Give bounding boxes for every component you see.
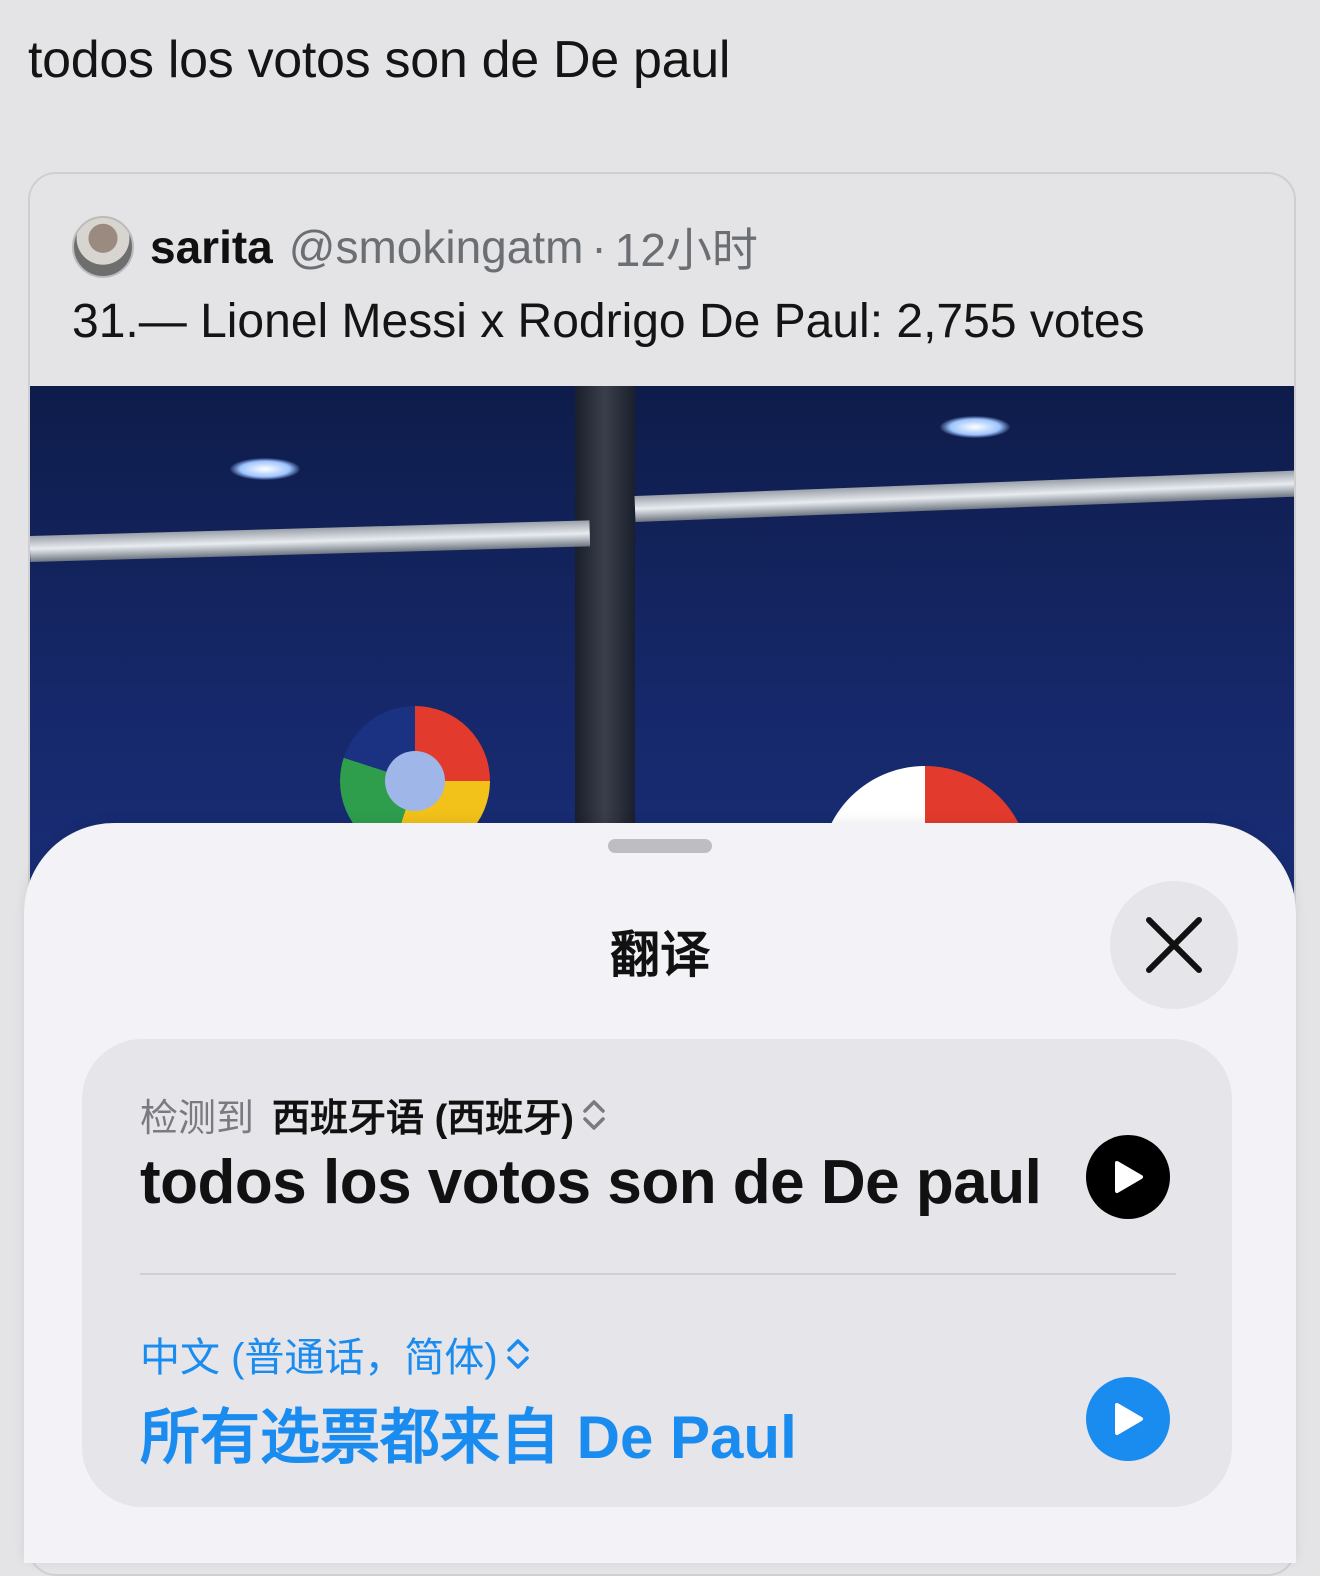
close-icon bbox=[1146, 917, 1202, 973]
play-source-button[interactable] bbox=[1086, 1135, 1170, 1219]
quoted-tweet-text: 31.— Lionel Messi x Rodrigo De Paul: 2,7… bbox=[72, 295, 1145, 348]
source-language-selector[interactable]: 检测到 西班牙语 (西班牙) bbox=[140, 1087, 606, 1142]
timestamp: 12小时 bbox=[614, 224, 758, 276]
target-language-selector[interactable]: 中文 (普通话，简体) bbox=[140, 1325, 530, 1383]
detected-label: 检测到 bbox=[140, 1098, 255, 1140]
translate-sheet: 翻译 检测到 西班牙语 (西班牙) todos los votos son de… bbox=[24, 823, 1296, 1563]
play-icon bbox=[1115, 1161, 1143, 1193]
translation-panel: 检测到 西班牙语 (西班牙) todos los votos son de De… bbox=[82, 1039, 1232, 1507]
author-name[interactable]: sarita bbox=[150, 220, 273, 274]
sheet-grabber[interactable] bbox=[608, 839, 712, 853]
avatar[interactable] bbox=[72, 216, 134, 278]
play-icon bbox=[1115, 1403, 1143, 1435]
tweet-text: todos los votos son de De paul bbox=[28, 31, 731, 89]
close-button[interactable] bbox=[1110, 881, 1238, 1009]
chevron-up-down-icon bbox=[583, 1099, 605, 1130]
source-language: 西班牙语 (西班牙) bbox=[272, 1098, 574, 1140]
quoted-tweet-header: sarita @smokingatm · 12小时 bbox=[72, 214, 758, 280]
source-text: todos los votos son de De paul bbox=[140, 1148, 1042, 1217]
chevron-up-down-icon bbox=[507, 1339, 529, 1369]
separator-dot: · bbox=[591, 221, 607, 273]
divider bbox=[140, 1273, 1176, 1275]
play-translation-button[interactable] bbox=[1086, 1377, 1170, 1461]
sheet-title: 翻译 bbox=[610, 927, 710, 983]
author-handle[interactable]: @smokingatm bbox=[289, 220, 584, 274]
translated-text: 所有选票都来自 De Paul bbox=[140, 1404, 797, 1471]
target-language: 中文 (普通话，简体) bbox=[140, 1336, 498, 1380]
